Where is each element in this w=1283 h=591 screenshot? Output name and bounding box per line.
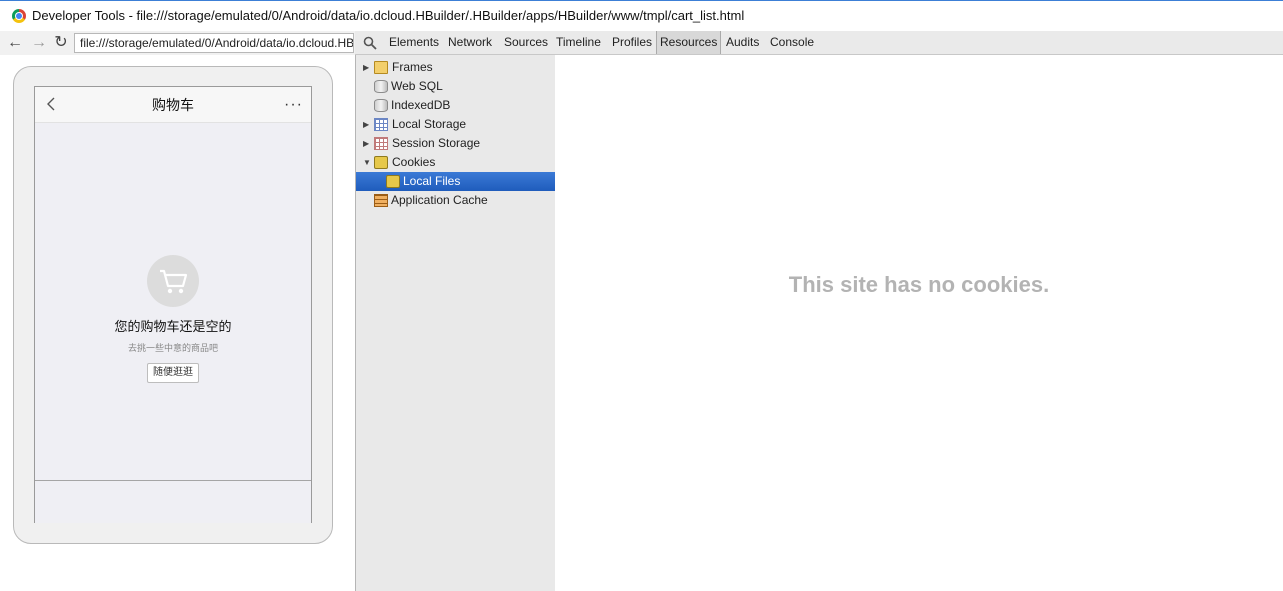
empty-cart-subtitle: 去挑一些中意的商品吧 — [127, 343, 218, 353]
bottom-tab-bar — [35, 480, 311, 523]
reload-icon[interactable]: ↻ — [52, 33, 70, 53]
back-arrow-icon[interactable]: ← — [6, 33, 24, 53]
tree-item-cookies[interactable]: ▼ Cookies — [356, 153, 555, 172]
cookie-icon — [386, 175, 400, 188]
tab-console[interactable]: Console — [770, 31, 814, 54]
tab-audits[interactable]: Audits — [726, 31, 759, 54]
tree-item-web-sql[interactable]: Web SQL — [356, 77, 555, 96]
tab-elements[interactable]: Elements — [389, 31, 439, 54]
tree-item-label: Application Cache — [391, 193, 488, 207]
tree-item-label: Cookies — [392, 155, 436, 169]
tree-item-label: Frames — [392, 60, 433, 74]
expand-arrow-icon[interactable]: ▶ — [363, 134, 369, 153]
tab-resources[interactable]: Resources — [656, 31, 722, 54]
expand-arrow-icon[interactable]: ▶ — [363, 115, 369, 134]
tree-item-label: Local Storage — [392, 117, 467, 131]
empty-cart-icon — [147, 255, 199, 307]
search-icon[interactable] — [363, 36, 377, 50]
tab-profiles[interactable]: Profiles — [612, 31, 652, 54]
cookie-icon — [374, 156, 388, 169]
address-bar[interactable]: file:///storage/emulated/0/Android/data/… — [74, 33, 354, 53]
window-title: Developer Tools - file:///storage/emulat… — [32, 8, 745, 23]
phone-screen: 购物车 ··· 您的购物车还是空的 去挑一些中意的商品吧 随便逛逛 — [34, 86, 312, 523]
forward-arrow-icon[interactable]: → — [30, 33, 48, 53]
tree-item-label: Session Storage — [392, 136, 481, 150]
more-icon[interactable]: ··· — [284, 96, 303, 114]
empty-cookies-message: This site has no cookies. — [788, 272, 1050, 297]
grid-icon — [374, 118, 388, 131]
tree-item-label: Web SQL — [391, 79, 443, 93]
database-icon — [374, 99, 388, 112]
window-title-bar: Developer Tools - file:///storage/emulat… — [0, 0, 1283, 31]
cookies-panel: This site has no cookies. — [555, 55, 1283, 591]
expand-arrow-icon[interactable]: ▶ — [363, 58, 369, 77]
tab-timeline[interactable]: Timeline — [556, 31, 601, 54]
database-icon — [374, 80, 388, 93]
tab-network[interactable]: Network — [448, 31, 492, 54]
browse-button[interactable]: 随便逛逛 — [147, 363, 199, 383]
tree-item-local-files[interactable]: Local Files — [356, 172, 555, 191]
tree-item-local-storage[interactable]: ▶ Local Storage — [356, 115, 555, 134]
devtools-toolbar: Elements Network Sources Timeline Profil… — [355, 31, 1283, 55]
tree-item-frames[interactable]: ▶ Frames — [356, 58, 555, 77]
cart-page-title: 购物车 — [152, 97, 194, 113]
navigation-bar: ← → ↻ file:///storage/emulated/0/Android… — [0, 31, 355, 55]
tree-item-label: Local Files — [403, 174, 461, 188]
collapse-arrow-icon[interactable]: ▼ — [363, 153, 371, 172]
tree-item-indexeddb[interactable]: IndexedDB — [356, 96, 555, 115]
tree-item-session-storage[interactable]: ▶ Session Storage — [356, 134, 555, 153]
tree-item-application-cache[interactable]: Application Cache — [356, 191, 555, 210]
grid-icon — [374, 137, 388, 150]
empty-cart-title: 您的购物车还是空的 — [114, 319, 232, 334]
cache-icon — [374, 194, 388, 207]
app-header: 购物车 ··· — [35, 87, 311, 123]
resources-sidebar: ▶ Frames Web SQL IndexedDB ▶ Local Stora… — [355, 55, 556, 591]
folder-icon — [374, 61, 388, 74]
chrome-icon — [12, 9, 26, 23]
tab-sources[interactable]: Sources — [504, 31, 548, 54]
tree-item-label: IndexedDB — [391, 98, 451, 112]
